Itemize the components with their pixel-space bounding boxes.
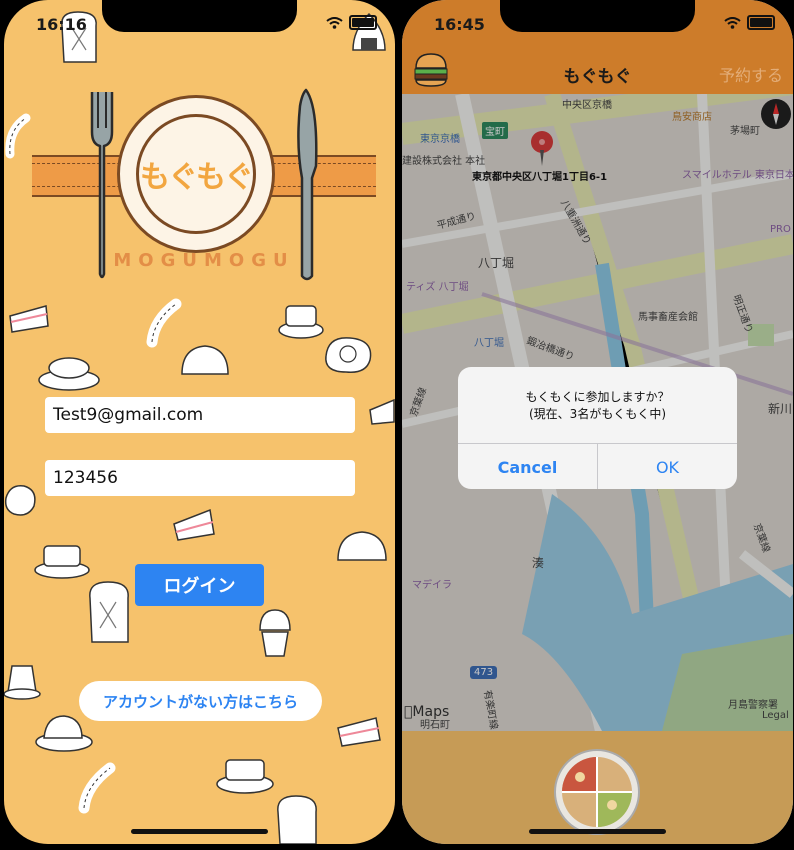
fried-egg-doodle bbox=[325, 337, 372, 373]
pancake-plate-doodle bbox=[38, 357, 100, 391]
status-icons bbox=[326, 15, 377, 30]
signup-link-button[interactable]: アカウントがない方はこちら bbox=[79, 681, 322, 721]
pancake-doodle bbox=[278, 305, 324, 339]
wifi-icon bbox=[326, 16, 343, 29]
shortcake-doodle-2 bbox=[337, 717, 381, 747]
map-screen: もぐもぐ 予約する 16:45 東京京橋 宝町 鳥安商店 茅場町 建設株式会社 … bbox=[402, 0, 793, 844]
bento-doodle-2 bbox=[216, 759, 274, 794]
logo-plate: もぐもぐ bbox=[117, 95, 275, 253]
tempura-doodle-2 bbox=[78, 762, 116, 814]
reserve-button[interactable]: 予約する bbox=[719, 62, 783, 86]
bento-doodle bbox=[34, 545, 90, 579]
password-field[interactable]: 123456 bbox=[45, 460, 355, 496]
home-indicator bbox=[529, 829, 666, 834]
logo-arc-text: MOGUMOGU bbox=[113, 250, 295, 271]
alert-line-2: (現在、3名がもくもく中) bbox=[529, 407, 666, 421]
home-indicator bbox=[131, 829, 268, 834]
bottom-bar bbox=[402, 731, 793, 844]
alert-message: もくもくに参加しますか？ (現在、3名がもくもく中) bbox=[458, 389, 737, 423]
status-time: 16:45 bbox=[434, 15, 485, 34]
toast-doodle-3 bbox=[277, 795, 317, 844]
status-time: 16:16 bbox=[36, 15, 87, 34]
omelet-doodle-2 bbox=[337, 531, 387, 561]
battery-icon bbox=[349, 15, 377, 30]
shrimp-doodle bbox=[5, 113, 31, 159]
confirm-alert: もくもくに参加しますか？ (現在、3名がもくもく中) Cancel OK bbox=[458, 367, 737, 489]
cake-doodle bbox=[9, 305, 49, 333]
toast-doodle-2 bbox=[89, 581, 129, 643]
logo-text: もぐもぐ bbox=[140, 160, 254, 195]
shortcake-doodle bbox=[173, 508, 215, 541]
pizza-icon[interactable] bbox=[552, 747, 642, 837]
email-field[interactable]: Test9@gmail.com bbox=[45, 397, 355, 433]
omelet-doodle bbox=[181, 345, 229, 375]
notch bbox=[500, 0, 695, 32]
alert-buttons: Cancel OK bbox=[458, 443, 737, 489]
alert-line-1: もくもくに参加しますか？ bbox=[525, 390, 670, 404]
muffin-doodle bbox=[259, 609, 291, 657]
ok-button[interactable]: OK bbox=[598, 444, 737, 489]
wifi-icon bbox=[724, 16, 741, 29]
notch bbox=[102, 0, 297, 32]
pudding-doodle bbox=[4, 665, 41, 700]
egg-doodle bbox=[4, 485, 36, 516]
status-icons bbox=[724, 15, 775, 30]
login-screen: 16:16 もぐもぐ MOGUMOGU Test9@gmail.com 1234… bbox=[4, 0, 395, 844]
battery-icon bbox=[747, 15, 775, 30]
cake-doodle-2 bbox=[369, 398, 395, 425]
login-button[interactable]: ログイン bbox=[135, 564, 264, 606]
cancel-button[interactable]: Cancel bbox=[458, 444, 598, 489]
